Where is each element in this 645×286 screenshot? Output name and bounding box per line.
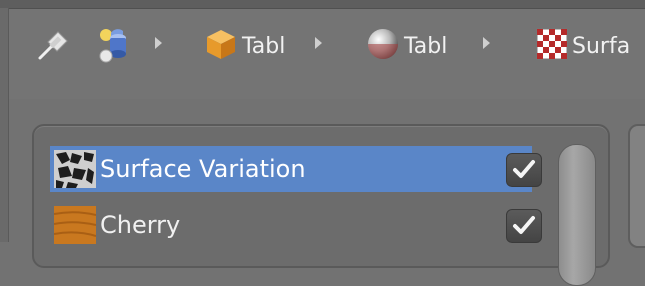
breadcrumb-separator-arrow [155,37,162,49]
breadcrumb-object-label: Tabl [242,33,286,59]
breadcrumb-scene[interactable] [92,26,136,66]
breadcrumb-texture-label: Surfa [572,33,631,59]
list-item[interactable]: Cherry [50,202,542,248]
list-item-label: Surface Variation [100,155,306,183]
list-side-buttons[interactable] [628,124,645,248]
breadcrumb-separator-arrow [315,37,322,49]
material-icon [366,27,400,65]
top-edge [0,0,645,9]
enable-checkbox[interactable] [506,209,542,243]
left-edge [0,8,9,242]
list-item[interactable]: Surface Variation [50,146,542,192]
breadcrumb-object[interactable]: Tabl [204,26,285,66]
breadcrumb-texture[interactable]: Surfa [536,26,630,66]
cherry-wood-thumbnail [53,206,97,244]
texture-slot-list: Surface Variation Cherry [32,124,610,286]
noise-texture-thumbnail [54,150,96,188]
texture-icon [536,28,568,64]
scene-icon [92,24,136,68]
enable-checkbox[interactable] [506,153,542,187]
list-scrollbar[interactable] [558,144,596,286]
list-item-label: Cherry [100,211,181,239]
breadcrumb-separator-arrow [483,37,490,49]
breadcrumb-material-label: Tabl [404,33,448,59]
object-icon [204,27,238,65]
pin-icon[interactable] [34,28,72,64]
breadcrumb-material[interactable]: Tabl [366,26,447,66]
